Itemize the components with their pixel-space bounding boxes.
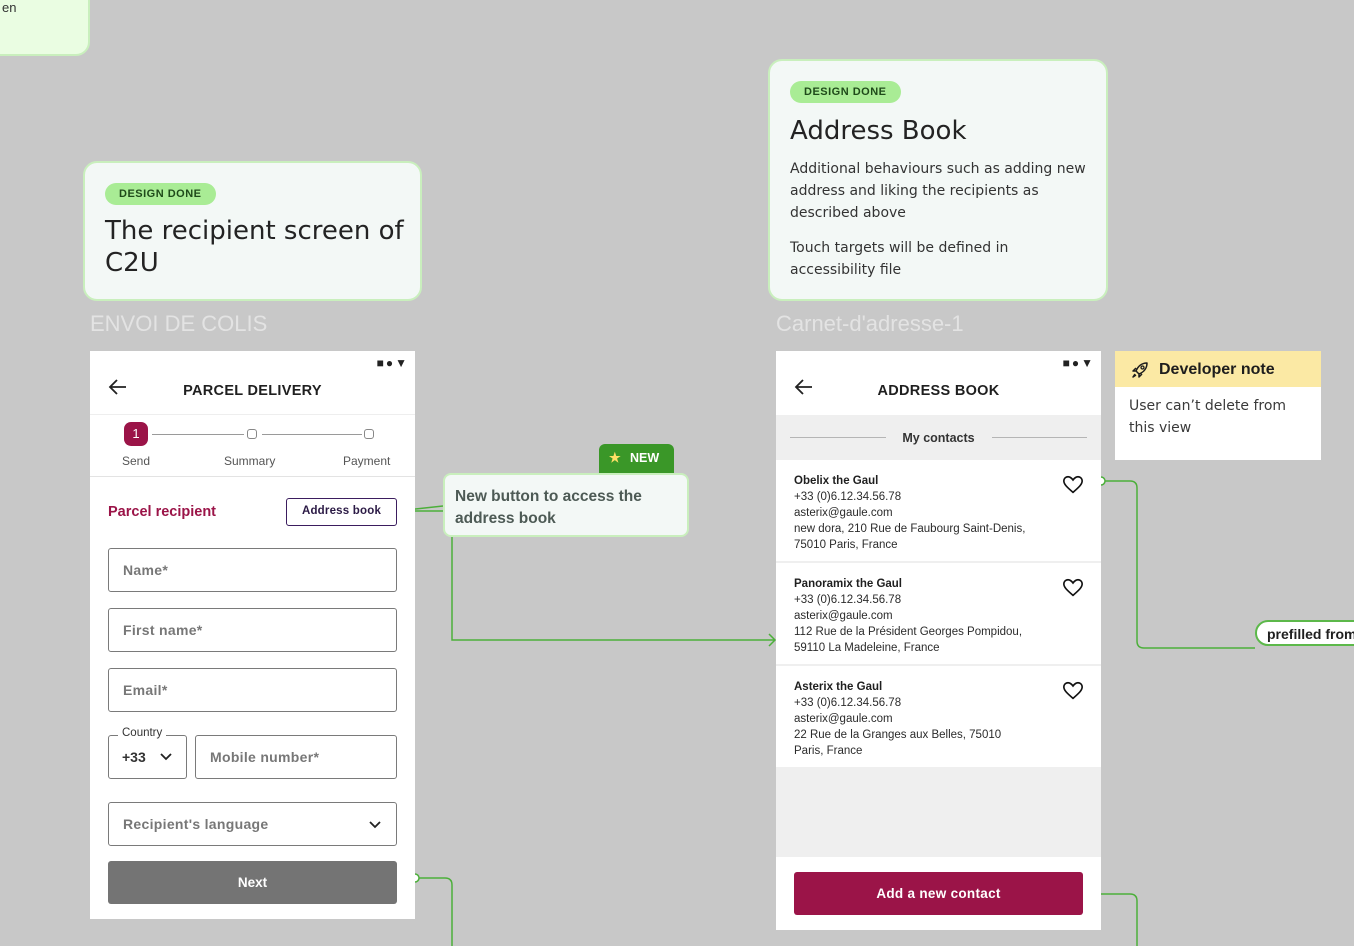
contact-address-city: 75010 Paris, France xyxy=(794,539,898,551)
step-label-send: Send xyxy=(122,454,151,468)
heart-icon[interactable] xyxy=(1062,474,1084,496)
card-description: Additional behaviours such as adding new… xyxy=(790,161,1086,221)
partial-note-card: en xyxy=(0,0,90,56)
country-code-value: +33 xyxy=(122,749,146,765)
add-contact-button[interactable]: Add a new contact xyxy=(794,872,1083,915)
country-code-select[interactable]: Country +33 xyxy=(108,727,187,779)
new-tag-label: NEW xyxy=(630,451,660,465)
address-book-screen: ■●▼ ADDRESS BOOK My contacts Obelix the … xyxy=(776,351,1101,930)
status-bar-icons: ■●▼ xyxy=(1062,356,1095,370)
name-field[interactable]: Name* xyxy=(108,548,397,592)
step-3-indicator xyxy=(364,429,374,439)
contact-name: Asterix the Gaul xyxy=(794,681,883,693)
contact-card[interactable]: Obelix the Gaul +33 (0)6.12.34.56.78 ast… xyxy=(776,460,1101,561)
parcel-delivery-screen: ■●▼ PARCEL DELIVERY 1 Send Summary Payme… xyxy=(90,351,415,919)
contact-name: Panoramix the Gaul xyxy=(794,578,903,590)
step-label-summary: Summary xyxy=(224,454,276,468)
step-2-indicator xyxy=(247,429,257,439)
address-book-button[interactable]: Address book xyxy=(286,498,397,526)
heart-icon[interactable] xyxy=(1062,577,1084,599)
contact-address-city: Paris, France xyxy=(794,745,863,757)
card-title: Address Book xyxy=(790,116,967,146)
card-note: Touch targets will be defined in accessi… xyxy=(790,240,1009,278)
partial-note-text: en xyxy=(2,0,17,15)
design-done-badge: DESIGN DONE xyxy=(790,81,901,103)
stepper-line xyxy=(152,434,244,435)
section-title: My contacts xyxy=(902,431,975,445)
mobile-number-field[interactable]: Mobile number* xyxy=(195,735,397,779)
annotation-text: New button to access the address book xyxy=(455,488,642,527)
email-field[interactable]: Email* xyxy=(108,668,397,712)
status-bar-icons: ■●▼ xyxy=(376,356,409,370)
mobile-placeholder: Mobile number* xyxy=(210,749,320,765)
prefilled-tag-text: prefilled from xyxy=(1267,626,1354,642)
divider xyxy=(90,414,415,415)
new-button-annotation: New button to access the address book xyxy=(443,473,689,537)
step-label-payment: Payment xyxy=(343,454,391,468)
new-tag: ★ NEW xyxy=(599,444,674,473)
email-placeholder: Email* xyxy=(123,682,168,698)
developer-note-body: User can’t delete from this view xyxy=(1129,398,1287,436)
first-name-field[interactable]: First name* xyxy=(108,608,397,652)
contact-address: 112 Rue de la Président Georges Pompidou… xyxy=(794,626,1023,638)
rocket-icon xyxy=(1132,362,1148,378)
language-placeholder: Recipient's language xyxy=(123,816,269,832)
page-title: PARCEL DELIVERY xyxy=(183,383,322,399)
recipient-language-select[interactable]: Recipient's language xyxy=(108,802,397,846)
section-title: Parcel recipient xyxy=(108,504,216,520)
recipient-screen-card: DESIGN DONE The recipient screen of C2U xyxy=(83,161,422,301)
contact-address: 22 Rue de la Granges aux Belles, 75010 xyxy=(794,729,1002,741)
contact-card[interactable]: Panoramix the Gaul +33 (0)6.12.34.56.78 … xyxy=(776,563,1101,664)
contact-address: new dora, 210 Rue de Faubourg Saint-Deni… xyxy=(794,523,1026,535)
developer-note-title: Developer note xyxy=(1159,361,1275,378)
contact-email: asterix@gaule.com xyxy=(794,610,893,622)
contact-address-city: 59110 La Madeleine, France xyxy=(794,642,940,654)
country-label: Country xyxy=(118,727,167,739)
page-title: ADDRESS BOOK xyxy=(877,383,1000,399)
contact-email: asterix@gaule.com xyxy=(794,713,893,725)
developer-note: Developer note User can’t delete from th… xyxy=(1115,351,1321,460)
divider xyxy=(90,476,415,477)
contact-name: Obelix the Gaul xyxy=(794,475,879,487)
frame-label-envoi[interactable]: ENVOI DE COLIS xyxy=(90,311,267,337)
chevron-down-icon xyxy=(160,753,172,761)
stepper-line xyxy=(262,434,362,435)
card-title: The recipient screen of C2U xyxy=(105,216,404,278)
bottom-bar: Add a new contact xyxy=(776,857,1101,930)
frame-label-carnet[interactable]: Carnet-d'adresse-1 xyxy=(776,311,964,337)
chevron-down-icon xyxy=(369,821,381,829)
name-placeholder: Name* xyxy=(123,562,169,578)
contact-phone: +33 (0)6.12.34.56.78 xyxy=(794,697,902,709)
section-divider xyxy=(992,437,1087,438)
first-name-placeholder: First name* xyxy=(123,622,203,638)
prefilled-tag: prefilled from xyxy=(1255,620,1354,646)
star-icon: ★ xyxy=(609,450,621,465)
heart-icon[interactable] xyxy=(1062,680,1084,702)
design-done-badge: DESIGN DONE xyxy=(105,183,216,205)
contact-phone: +33 (0)6.12.34.56.78 xyxy=(794,594,902,606)
contact-email: asterix@gaule.com xyxy=(794,507,893,519)
next-button[interactable]: Next xyxy=(108,861,397,904)
contact-card[interactable]: Asterix the Gaul +33 (0)6.12.34.56.78 as… xyxy=(776,666,1101,767)
address-book-card: DESIGN DONE Address Book Additional beha… xyxy=(768,59,1108,301)
developer-note-header: Developer note xyxy=(1115,351,1321,387)
step-1-indicator: 1 xyxy=(124,422,148,446)
contact-phone: +33 (0)6.12.34.56.78 xyxy=(794,491,902,503)
